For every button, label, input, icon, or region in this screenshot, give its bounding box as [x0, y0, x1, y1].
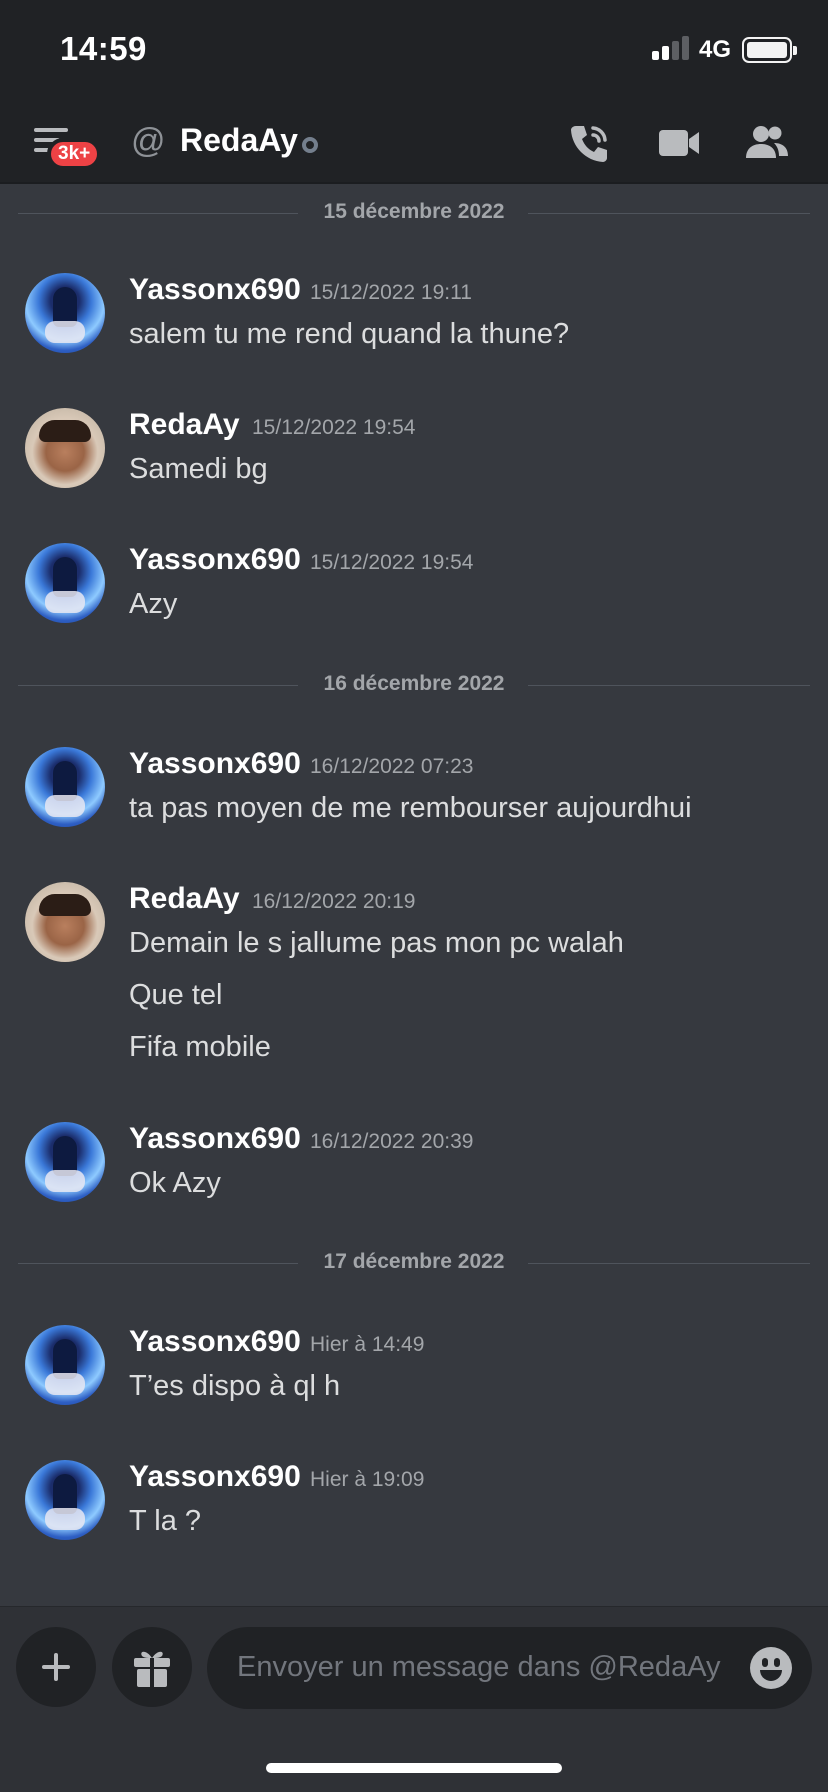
message-input-placeholder: Envoyer un message dans @RedaAy [237, 1651, 721, 1683]
message-timestamp: 15/12/2022 19:11 [310, 281, 472, 304]
avatar[interactable] [25, 543, 105, 623]
message-text: Fifa mobile [129, 1031, 271, 1063]
message-text: Demain le s jallume pas mon pc walah [129, 927, 624, 959]
discord-dm-screen: 14:59 4G 3k+ @ RedaAy 15 décembre 2022 Y… [0, 0, 828, 1792]
message-timestamp: 16/12/2022 07:23 [310, 755, 474, 778]
message-timestamp: Hier à 19:09 [310, 1468, 425, 1491]
avatar[interactable] [25, 1325, 105, 1405]
phone-call-icon[interactable] [566, 120, 612, 166]
status-bar: 14:59 4G [0, 0, 828, 100]
message-author[interactable]: Yassonx690 [129, 543, 301, 577]
date-divider: 17 décembre 2022 [18, 1248, 810, 1278]
message-timestamp: 15/12/2022 19:54 [310, 551, 474, 574]
message-author[interactable]: RedaAy [129, 408, 240, 442]
avatar[interactable] [25, 408, 105, 488]
date-divider: 16 décembre 2022 [18, 670, 810, 700]
message-author[interactable]: Yassonx690 [129, 1122, 301, 1156]
at-icon: @ [131, 122, 166, 160]
message-timestamp: Hier à 14:49 [310, 1333, 425, 1356]
members-icon[interactable] [744, 120, 790, 166]
message-list[interactable]: 15 décembre 2022 Yassonx690 15/12/2022 1… [0, 186, 828, 1606]
menu-icon [34, 128, 68, 132]
message-text: T la ? [129, 1505, 202, 1537]
message-text: Samedi bg [129, 453, 268, 485]
gift-icon [134, 1651, 170, 1687]
message-text: T’es dispo à ql h [129, 1370, 341, 1402]
message-text: ta pas moyen de me rembourser aujourdhui [129, 792, 692, 824]
gift-button[interactable] [112, 1627, 192, 1707]
plus-icon [42, 1653, 70, 1681]
date-divider-label: 15 décembre 2022 [323, 200, 505, 223]
attach-button[interactable] [16, 1627, 96, 1707]
date-divider-label: 16 décembre 2022 [323, 672, 505, 695]
message-timestamp: 16/12/2022 20:19 [252, 890, 416, 913]
avatar[interactable] [25, 747, 105, 827]
home-indicator[interactable] [266, 1763, 562, 1773]
avatar[interactable] [25, 273, 105, 353]
channel-title[interactable]: RedaAy [180, 122, 298, 159]
emoji-icon[interactable] [750, 1647, 792, 1689]
message-text: Ok Azy [129, 1167, 221, 1199]
battery-icon [742, 37, 797, 63]
signal-strength-icon [652, 36, 690, 60]
message-input[interactable]: Envoyer un message dans @RedaAy [207, 1627, 812, 1709]
message-author[interactable]: Yassonx690 [129, 747, 301, 781]
avatar[interactable] [25, 882, 105, 962]
message-text: Azy [129, 588, 178, 620]
date-divider-label: 17 décembre 2022 [323, 1250, 505, 1273]
message-timestamp: 16/12/2022 20:39 [310, 1130, 474, 1153]
message-author[interactable]: Yassonx690 [129, 1460, 301, 1494]
video-camera-icon[interactable] [656, 120, 702, 166]
avatar[interactable] [25, 1460, 105, 1540]
message-author[interactable]: Yassonx690 [129, 1325, 301, 1359]
network-type: 4G [699, 36, 732, 63]
menu-button[interactable]: 3k+ [34, 124, 104, 170]
date-divider: 15 décembre 2022 [18, 198, 810, 228]
message-author[interactable]: RedaAy [129, 882, 240, 916]
status-time: 14:59 [60, 30, 147, 67]
channel-header: 3k+ @ RedaAy [0, 100, 828, 184]
avatar[interactable] [25, 1122, 105, 1202]
message-timestamp: 15/12/2022 19:54 [252, 416, 416, 439]
message-author[interactable]: Yassonx690 [129, 273, 301, 307]
message-text: salem tu me rend quand la thune? [129, 318, 570, 350]
message-text: Que tel [129, 979, 223, 1011]
offline-status-icon [302, 137, 318, 153]
notification-badge: 3k+ [47, 138, 102, 170]
